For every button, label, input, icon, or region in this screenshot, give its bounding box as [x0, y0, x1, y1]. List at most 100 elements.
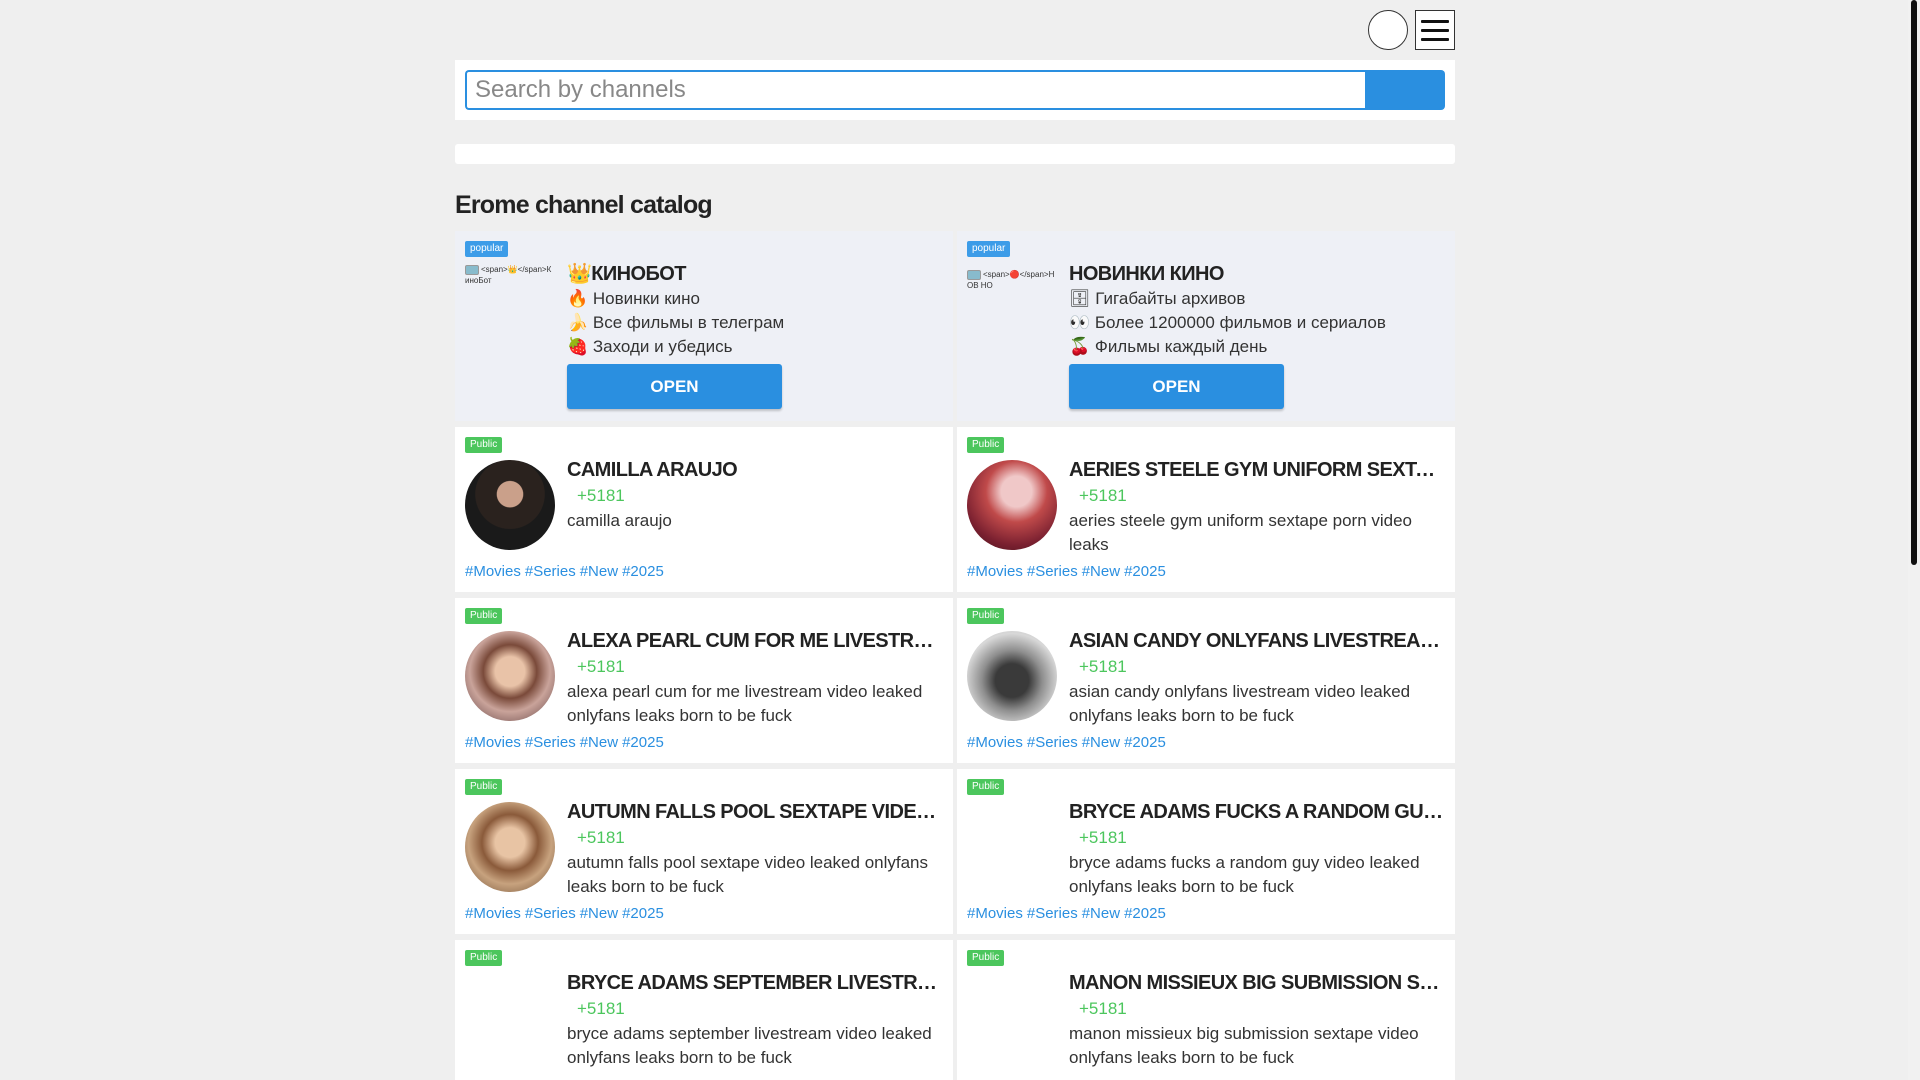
tag-link[interactable]: #Series [525, 563, 576, 580]
avatar-broken: <span>👑</span>КиноБот [465, 264, 552, 285]
channel-title[interactable]: НОВИНКИ КИНО [1069, 261, 1445, 287]
public-badge: Public [967, 608, 1005, 624]
subscriber-count: +5181 [1079, 657, 1127, 676]
tag-link[interactable]: #New [1082, 905, 1120, 922]
tag-link[interactable]: #New [1082, 563, 1120, 580]
tag-link[interactable]: #New [580, 563, 618, 580]
broken-image-icon [465, 264, 479, 275]
channel-card: Public BRYCE ADAMS FUCKS A RANDOM GUY VI… [957, 769, 1455, 934]
channel-card: Public AUTUMN FALLS POOL SEXTAPE VIDEO L… [455, 769, 953, 934]
page-scrollbar[interactable] [1908, 0, 1920, 1080]
tag-link[interactable]: #Movies [465, 734, 521, 751]
theme-toggle-button[interactable] [1368, 10, 1408, 50]
channel-title[interactable]: AERIES STEELE GYM UNIFORM SEXTAPE PORN V… [1069, 457, 1445, 483]
open-button[interactable]: OPEN [567, 364, 782, 409]
channel-title[interactable]: BRYCE ADAMS FUCKS A RANDOM GUY VIDEO LEA… [1069, 799, 1445, 825]
tag-link[interactable]: #2025 [1124, 734, 1166, 751]
tag-link[interactable]: #Series [1027, 905, 1078, 922]
subscriber-count: +5181 [1079, 828, 1127, 847]
popular-badge: popular [967, 241, 1011, 257]
channel-avatar[interactable] [465, 631, 555, 721]
promo-line: 🍌 Все фильмы в телеграм [567, 313, 785, 332]
channel-title[interactable]: ALEXA PEARL CUM FOR ME LIVESTREAM VIDEO … [567, 628, 943, 654]
search-input[interactable] [465, 70, 1365, 110]
channel-description: bryce adams september livestream video l… [567, 1024, 932, 1067]
scrollbar-thumb[interactable] [1911, 0, 1917, 565]
public-badge: Public [465, 608, 503, 624]
tag-link[interactable]: #2025 [1124, 563, 1166, 580]
promo-line: 🍓 Заходи и убедись [567, 337, 733, 356]
channel-description: camilla araujo [567, 511, 672, 530]
tag-link[interactable]: #2025 [622, 734, 664, 751]
tag-link[interactable]: #New [1082, 734, 1120, 751]
public-badge: Public [465, 779, 503, 795]
menu-line-icon [1421, 28, 1449, 32]
subscriber-count: +5181 [577, 999, 625, 1018]
hamburger-menu-button[interactable] [1415, 10, 1455, 50]
tag-link[interactable]: #Movies [967, 905, 1023, 922]
channel-grid: popular <span>👑</span>КиноБот 👑КИНОБОТ 🔥… [455, 231, 1455, 1080]
channel-title[interactable]: BRYCE ADAMS SEPTEMBER LIVESTREAM VIDEO L… [567, 970, 943, 996]
subscriber-count: +5181 [1079, 999, 1127, 1018]
tag-link[interactable]: #Movies [967, 563, 1023, 580]
open-button[interactable]: OPEN [1069, 364, 1284, 409]
channel-title[interactable]: MANON MISSIEUX BIG SUBMISSION SEXTAPE VI… [1069, 970, 1445, 996]
popular-badge: popular [465, 241, 509, 257]
page-container: Erome channel catalog popular <span>👑</s… [455, 0, 1455, 1080]
tag-link[interactable]: #New [580, 734, 618, 751]
channel-avatar[interactable] [465, 460, 555, 550]
tag-link[interactable]: #Series [1027, 734, 1078, 751]
promo-card: popular <span>🔴</span>НОВ НО НОВИНКИ КИН… [957, 231, 1455, 421]
tag-list: #Movies #Series #New #2025 [967, 563, 1170, 580]
channel-avatar[interactable] [465, 973, 555, 1063]
promo-line: 🔥 Новинки кино [567, 289, 700, 308]
tag-list: #Movies #Series #New #2025 [465, 734, 668, 751]
broken-image-icon [967, 269, 981, 280]
promo-line: 🍒 Фильмы каждый день [1069, 337, 1268, 356]
channel-avatar[interactable] [967, 802, 1057, 892]
channel-avatar[interactable] [967, 631, 1057, 721]
channel-title[interactable]: ASIAN CANDY ONLYFANS LIVESTREAM VIDEO LE… [1069, 628, 1445, 654]
search-button[interactable] [1365, 70, 1445, 110]
public-badge: Public [465, 950, 503, 966]
tag-link[interactable]: #Series [525, 905, 576, 922]
channel-title[interactable]: 👑КИНОБОТ [567, 261, 943, 287]
page-title: Erome channel catalog [455, 191, 713, 219]
channel-avatar[interactable] [465, 802, 555, 892]
channel-title[interactable]: CAMILLA ARAUJO [567, 457, 943, 483]
channel-card: Public BRYCE ADAMS SEPTEMBER LIVESTREAM … [455, 940, 953, 1080]
channel-title[interactable]: AUTUMN FALLS POOL SEXTAPE VIDEO LEAKED [567, 799, 943, 825]
tag-list: #Movies #Series #New #2025 [465, 905, 668, 922]
channel-avatar[interactable] [967, 973, 1057, 1063]
header [455, 0, 1455, 60]
channel-card: Public CAMILLA ARAUJO +5181 camilla arau… [455, 427, 953, 592]
channel-card: Public AERIES STEELE GYM UNIFORM SEXTAPE… [957, 427, 1455, 592]
search-panel [455, 60, 1455, 120]
channel-description: autumn falls pool sextape video leaked o… [567, 853, 929, 896]
channel-description: aeries steele gym uniform sextape porn v… [1069, 511, 1413, 554]
public-badge: Public [465, 437, 503, 453]
channel-avatar[interactable] [967, 460, 1057, 550]
banner-placeholder [455, 144, 1455, 164]
tag-link[interactable]: #Series [525, 734, 576, 751]
promo-line: 🗄 Гигабайты архивов [1069, 289, 1246, 308]
menu-line-icon [1421, 37, 1449, 41]
tag-link[interactable]: #Series [1027, 563, 1078, 580]
channel-description: manon missieux big submission sextape vi… [1069, 1024, 1419, 1067]
subscriber-count: +5181 [577, 486, 625, 505]
avatar-broken: <span>🔴</span>НОВ НО [967, 269, 1055, 290]
channel-description: asian candy onlyfans livestream video le… [1069, 682, 1411, 725]
promo-line: 👀 Более 1200000 фильмов и сериалов [1069, 313, 1386, 332]
tag-link[interactable]: #Movies [967, 734, 1023, 751]
public-badge: Public [967, 950, 1005, 966]
tag-link[interactable]: #Movies [465, 905, 521, 922]
tag-link[interactable]: #New [580, 905, 618, 922]
tag-list: #Movies #Series #New #2025 [967, 734, 1170, 751]
tag-link[interactable]: #2025 [622, 905, 664, 922]
tag-link[interactable]: #2025 [1124, 905, 1166, 922]
tag-link[interactable]: #Movies [465, 563, 521, 580]
channel-card: Public ASIAN CANDY ONLYFANS LIVESTREAM V… [957, 598, 1455, 763]
tag-link[interactable]: #2025 [622, 563, 664, 580]
menu-line-icon [1421, 19, 1449, 23]
promo-card: popular <span>👑</span>КиноБот 👑КИНОБОТ 🔥… [455, 231, 953, 421]
